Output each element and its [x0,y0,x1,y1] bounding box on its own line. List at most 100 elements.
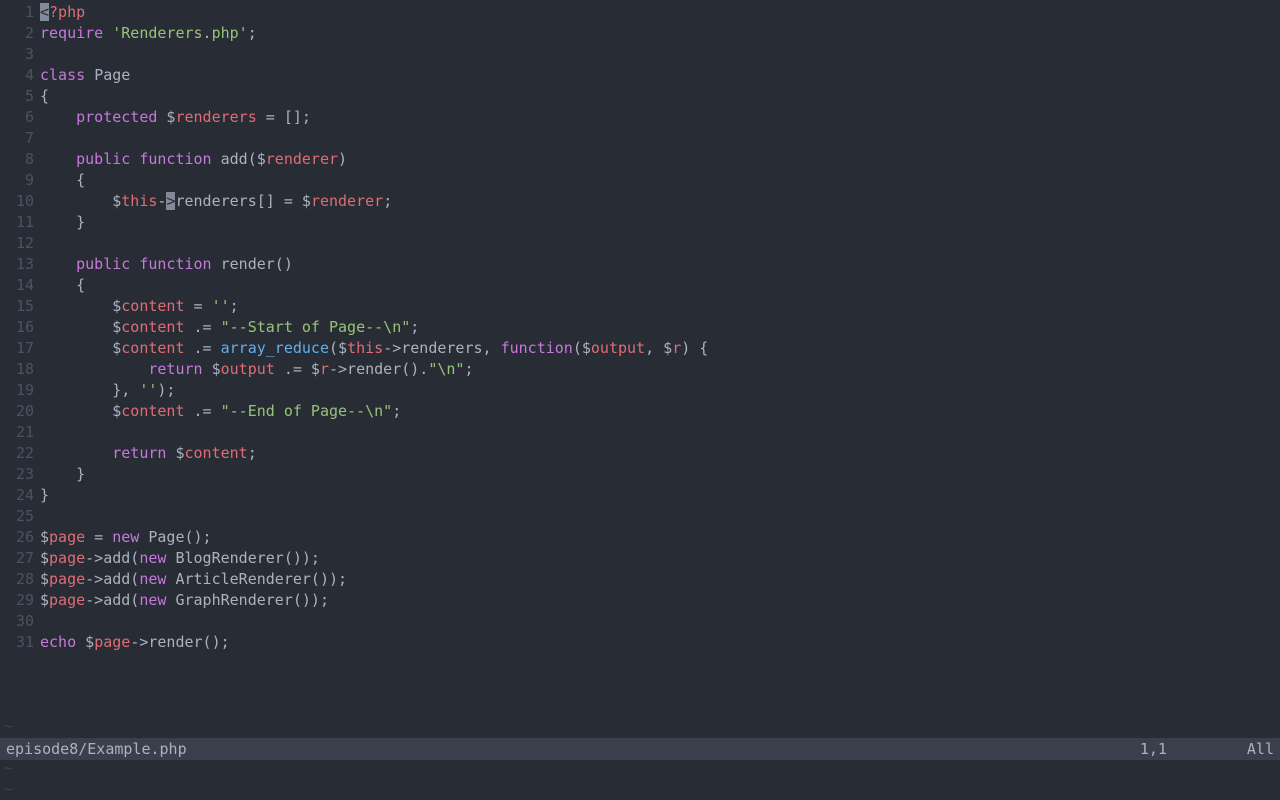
line-number: 16 [0,317,34,338]
token-str: '' [212,297,230,315]
token-plain: } [40,486,49,504]
token-plain: ->add( [85,591,139,609]
line-number: 14 [0,275,34,296]
code-line[interactable]: $content .= "--End of Page--\n"; [40,401,1280,422]
line-number-gutter: 1234567891011121314151617181920212223242… [0,2,40,716]
code-line[interactable]: $this->renderers[] = $renderer; [40,191,1280,212]
line-number: 12 [0,233,34,254]
token-plain: } [40,213,85,231]
line-number: 27 [0,548,34,569]
token-var: content [121,297,184,315]
token-plain [40,108,76,126]
line-number: 13 [0,254,34,275]
code-line[interactable] [40,611,1280,632]
token-var: output [591,339,645,357]
token-kw: new [112,528,139,546]
token-plain [40,150,76,168]
token-plain: ->add( [85,549,139,567]
code-line[interactable] [40,506,1280,527]
code-line[interactable]: { [40,275,1280,296]
token-var: content [121,339,184,357]
token-plain: ; [248,444,257,462]
code-line[interactable]: class Page [40,65,1280,86]
code-line[interactable]: return $output .= $r->render()."\n"; [40,359,1280,380]
token-plain: } [40,465,85,483]
token-plain [212,150,221,168]
code-line[interactable]: { [40,170,1280,191]
token-kw: function [139,255,211,273]
code-line[interactable]: }, ''); [40,380,1280,401]
code-line[interactable]: $page->add(new BlogRenderer()); [40,548,1280,569]
token-plain: = [85,528,112,546]
code-line[interactable] [40,44,1280,65]
token-plain: ->render(). [329,360,428,378]
token-plain: ; [230,297,239,315]
code-line[interactable]: public function render() [40,254,1280,275]
line-number: 21 [0,422,34,443]
token-plain: ; [383,192,392,210]
token-plain [130,150,139,168]
code-line[interactable]: require 'Renderers.php'; [40,23,1280,44]
token-kw: new [139,591,166,609]
code-line[interactable]: } [40,212,1280,233]
line-number: 30 [0,611,34,632]
token-plain: ; [392,402,401,420]
token-var: content [121,318,184,336]
code-line[interactable] [40,233,1280,254]
line-number: 6 [0,107,34,128]
token-kw: echo [40,633,76,651]
token-plain: $ [203,360,221,378]
line-number: 26 [0,527,34,548]
status-cursor-pos: 1,1 [1140,739,1167,760]
code-area[interactable]: 1234567891011121314151617181920212223242… [0,0,1280,716]
token-kw: function [139,150,211,168]
line-number: 3 [0,44,34,65]
token-plain: $ [40,549,49,567]
code-line[interactable] [40,128,1280,149]
token-str: '' [139,381,157,399]
code-line[interactable]: echo $page->render(); [40,632,1280,653]
tilde-line: ~ [4,758,1280,779]
token-plain [85,66,94,84]
line-number: 15 [0,296,34,317]
token-plain: $ [157,108,175,126]
code-line[interactable]: { [40,86,1280,107]
line-number: 23 [0,464,34,485]
code-line[interactable]: $page->add(new GraphRenderer()); [40,590,1280,611]
token-plain: ->add( [85,570,139,588]
code-line[interactable]: $page = new Page(); [40,527,1280,548]
code-line[interactable]: $content .= "--Start of Page--\n"; [40,317,1280,338]
token-str: "--Start of Page--\n" [221,318,411,336]
token-var: content [121,402,184,420]
token-var: page [49,570,85,588]
code-line[interactable]: return $content; [40,443,1280,464]
code-line[interactable]: $content .= array_reduce($this->renderer… [40,338,1280,359]
token-kw: class [40,66,85,84]
code-line[interactable]: } [40,464,1280,485]
line-number: 22 [0,443,34,464]
line-number: 2 [0,23,34,44]
line-number: 11 [0,212,34,233]
token-var: renderer [311,192,383,210]
line-number: 24 [0,485,34,506]
line-number: 9 [0,170,34,191]
token-plain: ->render(); [130,633,229,651]
line-number: 18 [0,359,34,380]
code-line[interactable]: $content = ''; [40,296,1280,317]
token-plain: $ [40,591,49,609]
code-line[interactable]: } [40,485,1280,506]
code-line[interactable]: <?php [40,2,1280,23]
code-content[interactable]: <?phprequire 'Renderers.php';class Page{… [40,2,1280,716]
code-line[interactable] [40,422,1280,443]
token-plain: ) { [681,339,708,357]
token-plain: { [40,276,85,294]
token-plain: ($ [573,339,591,357]
line-number: 19 [0,380,34,401]
code-line[interactable]: public function add($renderer) [40,149,1280,170]
code-line[interactable]: $page->add(new ArticleRenderer()); [40,569,1280,590]
token-kw: public [76,255,130,273]
token-plain: GraphRenderer()); [166,591,329,609]
token-plain: $ [40,402,121,420]
code-line[interactable]: protected $renderers = []; [40,107,1280,128]
token-plain: .= [185,402,221,420]
